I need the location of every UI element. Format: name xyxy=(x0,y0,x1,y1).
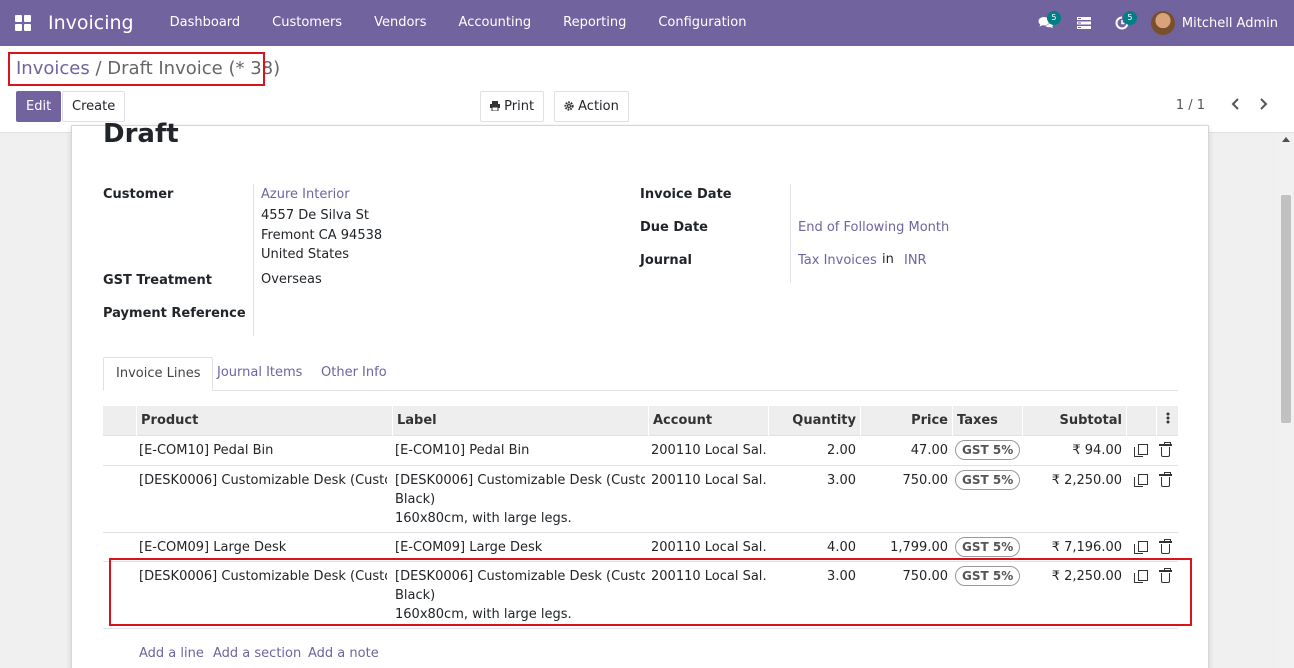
optional-columns-icon[interactable] xyxy=(1156,406,1178,436)
pager-previous-icon[interactable] xyxy=(1231,96,1240,114)
invoice-date-label: Invoice Date xyxy=(640,187,732,202)
add-links-row: Add a line Add a section Add a note xyxy=(103,646,1178,668)
user-avatar xyxy=(1150,11,1175,35)
customer-address-line: 4557 De Silva St xyxy=(261,208,369,223)
edit-button[interactable]: Edit xyxy=(16,91,62,122)
row-subtotal: ₹ 7,196.00 xyxy=(1051,540,1122,555)
column-label[interactable]: Label xyxy=(392,406,648,436)
main-menu: Dashboard Customers Vendors Accounting R… xyxy=(154,0,763,46)
invoice-state-title: Draft xyxy=(103,119,179,149)
column-product[interactable]: Product xyxy=(136,406,392,436)
column-quantity[interactable]: Quantity xyxy=(768,406,860,436)
action-label: Action xyxy=(578,99,619,114)
row-account[interactable]: 200110 Local Sal… xyxy=(651,471,767,491)
column-spacer xyxy=(1126,406,1156,436)
pager-next-icon[interactable] xyxy=(1259,96,1268,114)
tab-other-info[interactable]: Other Info xyxy=(309,357,399,391)
page-scrollbar[interactable] xyxy=(1278,133,1294,668)
notebook-tabs: Invoice Lines Journal Items Other Info xyxy=(103,357,1178,391)
apps-menu-icon[interactable] xyxy=(0,0,46,46)
row-quantity[interactable]: 2.00 xyxy=(768,441,856,461)
row-product[interactable]: [DESK0006] Customizable Desk (Custo… xyxy=(139,471,387,491)
menu-configuration[interactable]: Configuration xyxy=(642,0,762,46)
left-group-separator xyxy=(253,184,254,336)
activity-clock-icon[interactable]: 5 xyxy=(1103,0,1141,46)
journal-in-text: in xyxy=(882,252,894,267)
row-label-line: Black) xyxy=(395,492,436,507)
table-row[interactable]: [E-COM10] Pedal Bin [E-COM10] Pedal Bin … xyxy=(103,436,1178,466)
currency-value[interactable]: INR xyxy=(904,251,927,271)
systray: 5 5 Mitchell Admin xyxy=(1027,0,1294,46)
print-label: Print xyxy=(504,99,535,114)
column-taxes[interactable]: Taxes xyxy=(952,406,1022,436)
scroll-thumb[interactable] xyxy=(1281,195,1291,423)
row-account[interactable]: 200110 Local Sal… xyxy=(651,441,767,461)
pager-value[interactable]: 1 / 1 xyxy=(1176,98,1205,113)
table-row[interactable]: [DESK0006] Customizable Desk (Custo… [DE… xyxy=(103,466,1178,533)
column-price[interactable]: Price xyxy=(860,406,952,436)
due-date-value[interactable]: End of Following Month xyxy=(798,218,949,238)
tab-invoice-lines[interactable]: Invoice Lines xyxy=(103,357,214,391)
top-navbar: Invoicing Dashboard Customers Vendors Ac… xyxy=(0,0,1294,46)
tax-badge[interactable]: GST 5% xyxy=(955,537,1021,557)
print-icon xyxy=(490,101,500,112)
row-product[interactable]: [E-COM10] Pedal Bin xyxy=(139,441,387,461)
breadcrumb-highlight-box xyxy=(8,52,265,86)
row-account[interactable]: 200110 Local Sal… xyxy=(651,538,767,558)
row-subtotal: ₹ 94.00 xyxy=(1072,443,1122,458)
add-section-link[interactable]: Add a section xyxy=(213,646,301,661)
create-button[interactable]: Create xyxy=(62,91,126,122)
row-label-line: 160x80cm, with large legs. xyxy=(395,511,572,526)
messages-icon[interactable]: 5 xyxy=(1027,0,1065,46)
row-product[interactable]: [E-COM09] Large Desk xyxy=(139,538,387,558)
duplicated-line-highlight-box xyxy=(109,558,1192,626)
tax-badge[interactable]: GST 5% xyxy=(955,470,1021,490)
row-label[interactable]: [E-COM09] Large Desk xyxy=(395,538,645,558)
table-header: Product Label Account Quantity Price Tax… xyxy=(103,406,1178,436)
gst-treatment-value[interactable]: Overseas xyxy=(261,270,322,290)
menu-reporting[interactable]: Reporting xyxy=(547,0,642,46)
row-quantity[interactable]: 4.00 xyxy=(768,538,856,558)
activity-badge: 5 xyxy=(1122,11,1137,25)
print-button[interactable]: Print xyxy=(480,91,545,122)
menu-vendors[interactable]: Vendors xyxy=(358,0,442,46)
column-subtotal[interactable]: Subtotal xyxy=(1022,406,1126,436)
payment-reference-label: Payment Reference xyxy=(103,306,246,321)
row-price[interactable]: 750.00 xyxy=(860,471,949,491)
row-price[interactable]: 1,799.00 xyxy=(860,538,948,558)
menu-accounting[interactable]: Accounting xyxy=(443,0,548,46)
row-subtotal: ₹ 2,250.00 xyxy=(1051,473,1122,488)
tax-badge[interactable]: GST 5% xyxy=(955,440,1021,460)
customer-address-line: United States xyxy=(261,247,350,262)
column-account[interactable]: Account xyxy=(648,406,768,436)
menu-customers[interactable]: Customers xyxy=(256,0,358,46)
action-button[interactable]: Action xyxy=(554,91,629,122)
gear-icon xyxy=(564,101,574,111)
app-brand[interactable]: Invoicing xyxy=(48,12,134,34)
menu-list-icon[interactable] xyxy=(1065,0,1103,46)
user-menu[interactable]: Mitchell Admin xyxy=(1141,11,1294,35)
row-price[interactable]: 47.00 xyxy=(860,441,948,461)
menu-dashboard[interactable]: Dashboard xyxy=(154,0,257,46)
due-date-label: Due Date xyxy=(640,220,708,235)
row-label[interactable]: [DESK0006] Customizable Desk (Custom, xyxy=(395,471,645,491)
tab-journal-items[interactable]: Journal Items xyxy=(205,357,314,391)
row-label[interactable]: [E-COM10] Pedal Bin xyxy=(395,441,645,461)
journal-label: Journal xyxy=(640,253,692,268)
add-line-link[interactable]: Add a line xyxy=(139,646,204,661)
scroll-up-icon[interactable] xyxy=(1282,137,1290,142)
gst-treatment-label: GST Treatment xyxy=(103,273,212,288)
journal-value[interactable]: Tax Invoices xyxy=(798,251,877,271)
customer-label: Customer xyxy=(103,187,174,202)
row-quantity[interactable]: 3.00 xyxy=(768,471,856,491)
add-note-link[interactable]: Add a note xyxy=(308,646,379,661)
right-group-separator xyxy=(790,184,791,283)
customer-address-line: Fremont CA 94538 xyxy=(261,228,383,243)
customer-name-link[interactable]: Azure Interior xyxy=(261,185,350,205)
user-name: Mitchell Admin xyxy=(1181,15,1278,31)
messages-badge: 5 xyxy=(1046,11,1061,25)
